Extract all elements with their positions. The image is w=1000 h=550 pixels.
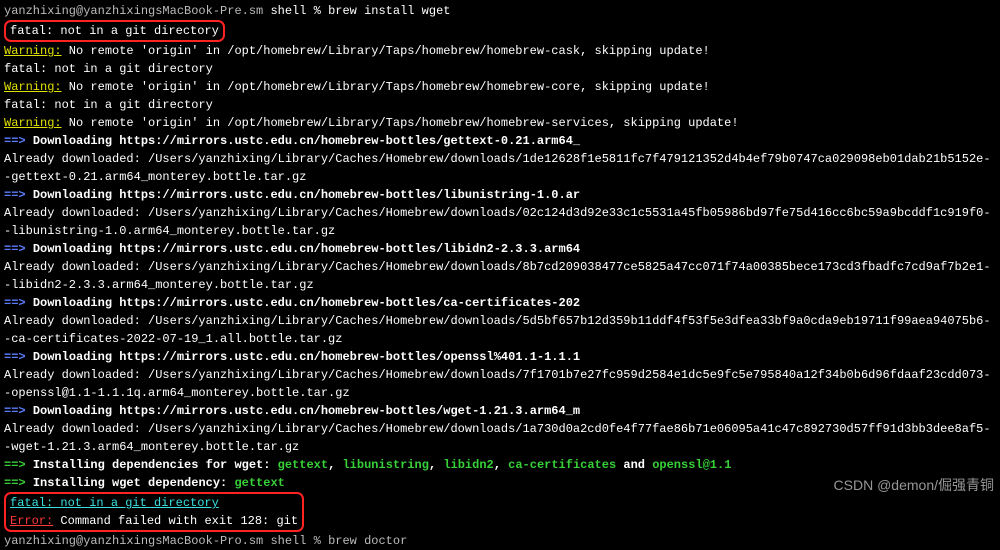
warning-text: No remote 'origin' in /opt/homebrew/Libr… <box>62 116 739 130</box>
download-url: Downloading https://mirrors.ustc.edu.cn/… <box>33 188 580 202</box>
warning-text: No remote 'origin' in /opt/homebrew/Libr… <box>62 80 710 94</box>
install-deps-line: ==> Installing dependencies for wget: ge… <box>4 456 996 474</box>
already-dl-6: Already downloaded: /Users/yanzhixing/Li… <box>4 420 996 456</box>
cache-path: Already downloaded: /Users/yanzhixing/Li… <box>4 152 991 184</box>
dl-line-1: ==> Downloading https://mirrors.ustc.edu… <box>4 132 996 150</box>
dep-gettext: gettext <box>278 458 328 472</box>
fatal-line: fatal: not in a git directory <box>4 60 996 78</box>
bottom-prompt: yanzhixing@yanzhixingsMacBook-Pro.sm she… <box>4 532 996 550</box>
dl-line-2: ==> Downloading https://mirrors.ustc.edu… <box>4 186 996 204</box>
install-dep-pkg: gettext <box>234 476 284 490</box>
already-dl-3: Already downloaded: /Users/yanzhixing/Li… <box>4 258 996 294</box>
warning-line-2: Warning: No remote 'origin' in /opt/home… <box>4 78 996 96</box>
already-dl-5: Already downloaded: /Users/yanzhixing/Li… <box>4 366 996 402</box>
shell-prefix: shell % <box>263 4 328 18</box>
warning-line-1: Warning: No remote 'origin' in /opt/home… <box>4 42 996 60</box>
cache-path: Already downloaded: /Users/yanzhixing/Li… <box>4 422 991 454</box>
arrow-icon: ==> <box>4 242 33 256</box>
arrow-icon: ==> <box>4 296 33 310</box>
fatal-text-link: fatal: not in a git directory <box>10 496 219 510</box>
command[interactable]: brew install wget <box>328 4 450 18</box>
command[interactable]: brew doctor <box>328 534 407 548</box>
user-host: yanzhixing@yanzhixingsMacBook-Pre.sm <box>4 4 263 18</box>
download-url: Downloading https://mirrors.ustc.edu.cn/… <box>33 404 580 418</box>
dep-ca-certificates: ca-certificates <box>508 458 616 472</box>
arrow-icon: ==> <box>4 476 33 490</box>
download-url: Downloading https://mirrors.ustc.edu.cn/… <box>33 134 580 148</box>
cache-path: Already downloaded: /Users/yanzhixing/Li… <box>4 368 991 400</box>
dep-libunistring: libunistring <box>342 458 428 472</box>
cache-path: Already downloaded: /Users/yanzhixing/Li… <box>4 206 991 238</box>
already-dl-2: Already downloaded: /Users/yanzhixing/Li… <box>4 204 996 240</box>
download-url: Downloading https://mirrors.ustc.edu.cn/… <box>33 350 580 364</box>
dl-line-3: ==> Downloading https://mirrors.ustc.edu… <box>4 240 996 258</box>
watermark: CSDN @demon/倔强青铜 <box>834 475 994 496</box>
warning-line-3: Warning: No remote 'origin' in /opt/home… <box>4 114 996 132</box>
dl-line-6: ==> Downloading https://mirrors.ustc.edu… <box>4 402 996 420</box>
error-prefix: Error: <box>10 514 53 528</box>
arrow-icon: ==> <box>4 458 33 472</box>
fatal-line: fatal: not in a git directory <box>4 96 996 114</box>
prompt-line: yanzhixing@yanzhixingsMacBook-Pre.sm she… <box>4 2 996 20</box>
warning-prefix: Warning: <box>4 44 62 58</box>
fatal-line-box: fatal: not in a git directory <box>4 20 996 42</box>
cache-path: Already downloaded: /Users/yanzhixing/Li… <box>4 260 991 292</box>
warning-text: No remote 'origin' in /opt/homebrew/Libr… <box>62 44 710 58</box>
dl-line-5: ==> Downloading https://mirrors.ustc.edu… <box>4 348 996 366</box>
install-dep-prefix: Installing wget dependency: <box>33 476 235 490</box>
dl-line-4: ==> Downloading https://mirrors.ustc.edu… <box>4 294 996 312</box>
arrow-icon: ==> <box>4 404 33 418</box>
error-text: Command failed with exit 128: git <box>53 514 298 528</box>
error-box: fatal: not in a git directory Error: Comm… <box>4 492 996 532</box>
already-dl-1: Already downloaded: /Users/yanzhixing/Li… <box>4 150 996 186</box>
warning-prefix: Warning: <box>4 116 62 130</box>
warning-prefix: Warning: <box>4 80 62 94</box>
already-dl-4: Already downloaded: /Users/yanzhixing/Li… <box>4 312 996 348</box>
fatal-text-boxed: fatal: not in a git directory <box>4 20 225 42</box>
download-url: Downloading https://mirrors.ustc.edu.cn/… <box>33 242 580 256</box>
user-host: yanzhixing@yanzhixingsMacBook-Pro.sm she… <box>4 534 328 548</box>
fatal-text: fatal: not in a git directory <box>4 98 213 112</box>
arrow-icon: ==> <box>4 350 33 364</box>
install-deps-prefix: Installing dependencies for wget: <box>33 458 278 472</box>
fatal-text: fatal: not in a git directory <box>4 62 213 76</box>
dep-openssl: openssl@1.1 <box>652 458 731 472</box>
download-url: Downloading https://mirrors.ustc.edu.cn/… <box>33 296 580 310</box>
arrow-icon: ==> <box>4 188 33 202</box>
cache-path: Already downloaded: /Users/yanzhixing/Li… <box>4 314 991 346</box>
arrow-icon: ==> <box>4 134 33 148</box>
dep-libidn2: libidn2 <box>443 458 493 472</box>
